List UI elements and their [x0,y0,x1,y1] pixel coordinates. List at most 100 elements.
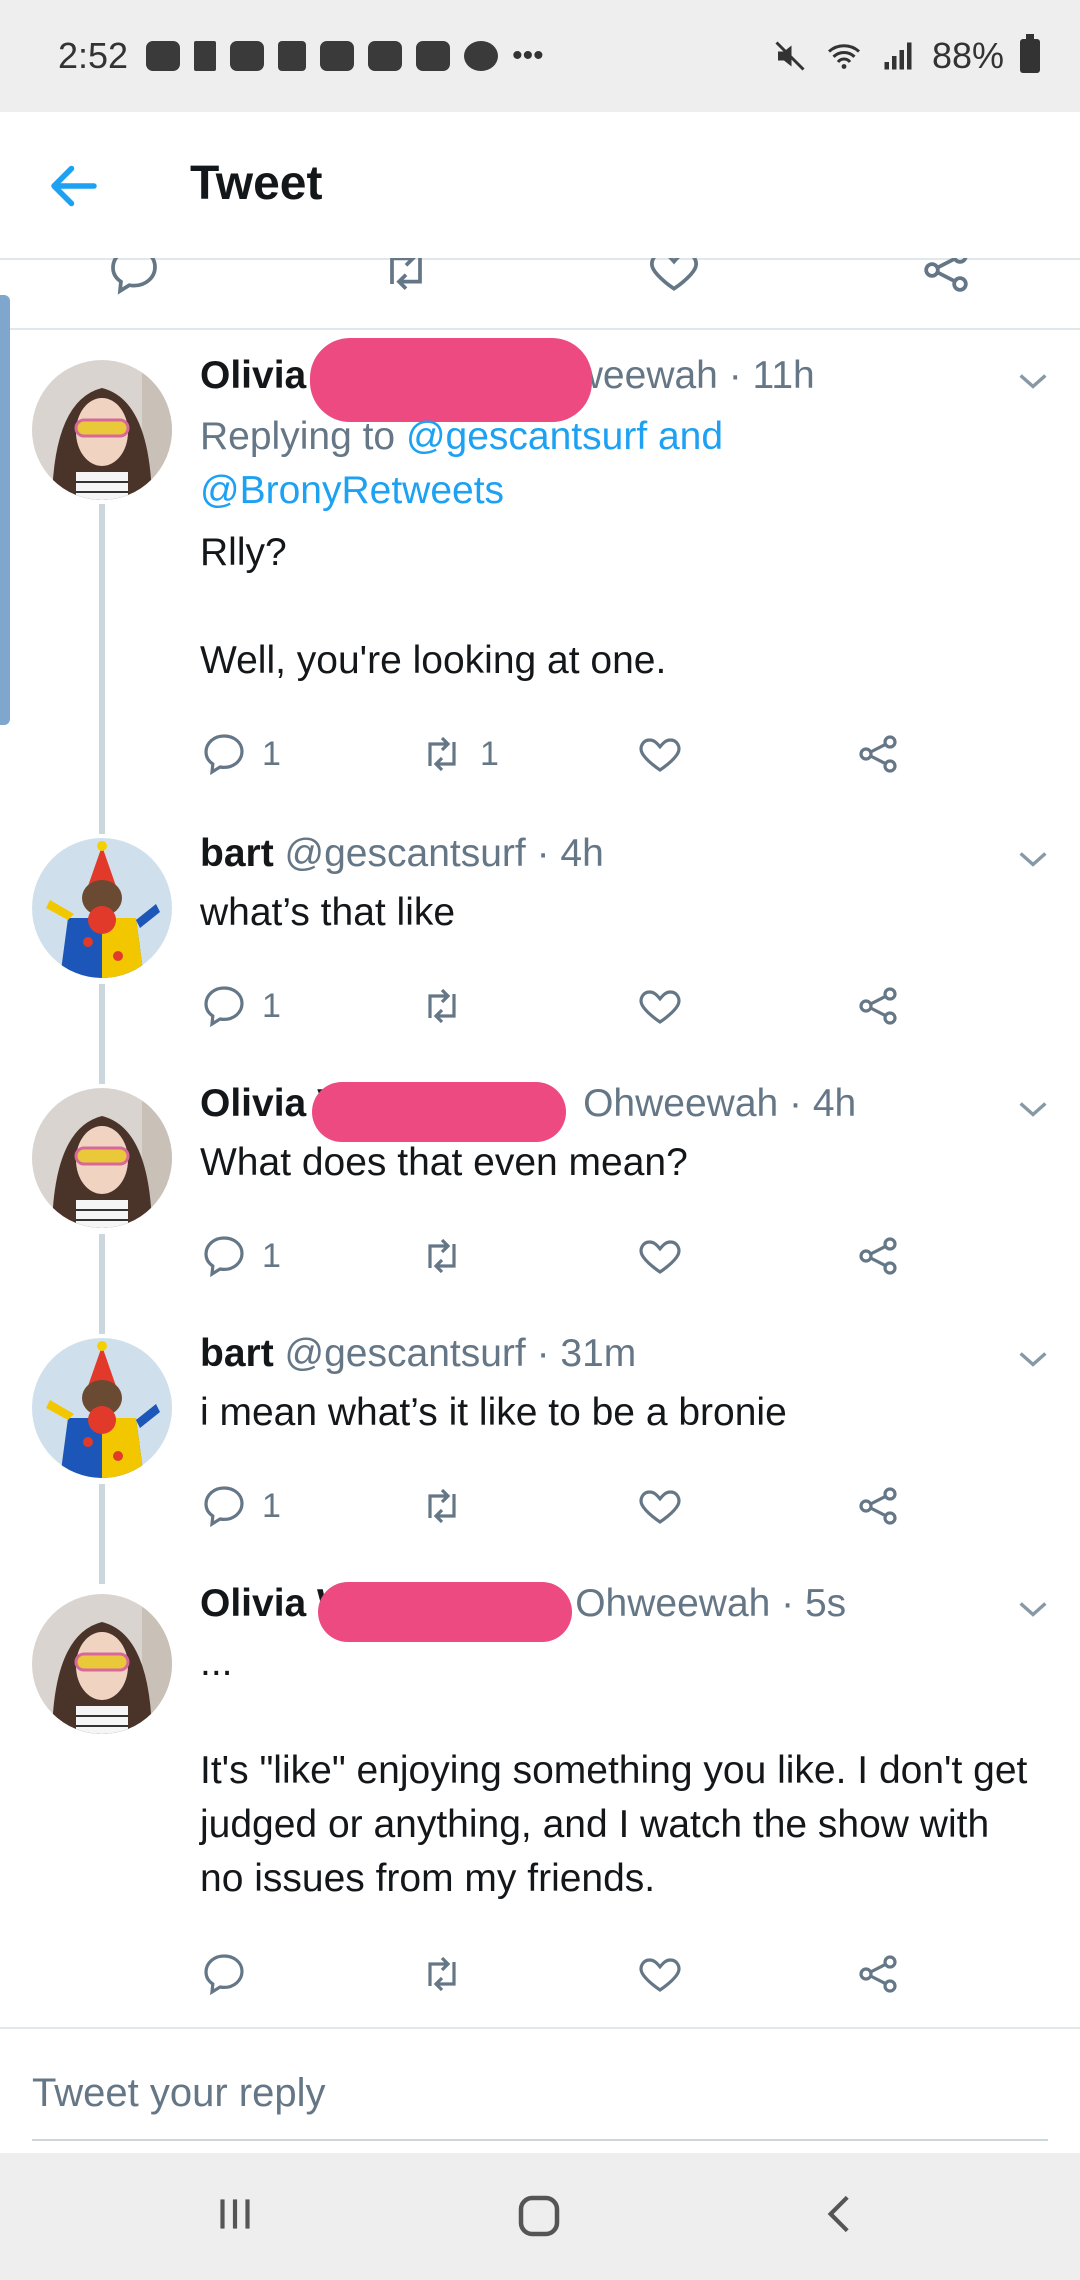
tweet-actions: 1 [200,1482,920,1532]
home-icon[interactable] [512,2189,566,2243]
tweet-text: Rlly? Well, you're looking at one. [200,531,667,682]
retweet-icon [428,1238,456,1274]
author-name[interactable]: bart [200,1332,274,1375]
retweet-icon [428,736,456,772]
tweet[interactable]: Olivia V Ohweewah · 4h What does that eve… [0,1064,1080,1314]
reply-button[interactable]: 1 [200,730,281,778]
like-button[interactable] [636,1482,698,1530]
reply-count: 1 [262,734,281,773]
signal-icon [884,42,912,70]
retweet-button[interactable] [418,1232,480,1280]
share-button[interactable] [854,1950,902,1998]
page-title: Tweet [190,157,323,210]
reply-count: 1 [262,1236,281,1275]
tweet-actions [200,1950,920,2000]
author-name[interactable]: bart [200,832,274,875]
reply-count: 1 [262,1486,281,1525]
share-button[interactable] [854,1232,902,1280]
reply-button[interactable]: 1 [200,1482,281,1530]
back-arrow-icon[interactable] [44,156,104,216]
notification-icons: ••• [146,39,544,73]
reply-icon[interactable] [106,258,162,298]
like-button[interactable] [636,1950,698,1998]
redaction-mark [312,1082,566,1142]
tweet[interactable]: bart @gescantsurf · 31m i mean what’s it… [0,1314,1080,1564]
avatar-olivia[interactable] [32,1088,172,1228]
tweet-text: What does that even mean? [200,1141,688,1184]
share-icon [859,1237,897,1275]
chevron-down-icon[interactable] [1016,1098,1050,1120]
reply-icon [204,734,244,776]
author-handle[interactable]: @gescantsurf [285,832,526,875]
chevron-down-icon[interactable] [1016,370,1050,392]
battery-percent: 88% [931,35,1004,76]
tweet-text: i mean what’s it like to be a bronie [200,1391,787,1434]
retweet-button[interactable]: 1 [418,730,499,778]
chevron-down-icon[interactable] [1016,848,1050,870]
like-button[interactable] [636,730,698,778]
recent-apps-icon[interactable] [210,2189,260,2239]
reply-icon [204,1954,244,1996]
like-icon[interactable] [646,258,702,298]
like-icon [639,990,681,1024]
tweet-actions: 1 [200,982,920,1032]
author-handle[interactable]: Ohweewah [575,1582,770,1625]
reply-icon [204,1236,244,1278]
retweet-button[interactable] [418,1482,480,1530]
like-button[interactable] [636,1232,698,1280]
replying-to-label: Replying to [200,415,406,458]
share-button[interactable] [854,730,902,778]
tweet-time: · 4h [789,1082,857,1125]
tweet[interactable]: bart @gescantsurf · 4h what’s that like … [0,814,1080,1064]
mute-icon [775,41,805,71]
chevron-down-icon[interactable] [1016,1598,1050,1620]
avatar-olivia[interactable] [32,1594,172,1734]
wifi-icon [827,44,860,69]
share-icon [859,735,897,773]
tweet-header: bart @gescantsurf · 4h [200,832,604,876]
reply-count: 1 [262,986,281,1025]
reply-composer[interactable]: Tweet your reply [0,2027,1080,2154]
tweet[interactable]: Olivia Wil Ohweewah · 5s ... It's "like" … [0,1564,1080,2026]
tweet-time: · 5s [781,1582,847,1625]
status-time: 2:52 [58,35,129,76]
tweet-actions: 1 1 [200,730,920,780]
more-notifications-icon: ••• [512,39,544,72]
like-icon [639,738,681,772]
retweet-count: 1 [480,734,499,773]
like-icon [639,1490,681,1524]
chevron-down-icon[interactable] [1016,1348,1050,1370]
system-navigation-bar [0,2153,1080,2280]
tweet-time: · 4h [536,832,604,875]
facebook-icon [278,41,307,71]
author-handle[interactable]: @gescantsurf [285,1332,526,1375]
reply-button[interactable] [200,1950,262,1998]
avatar-olivia[interactable] [32,360,172,500]
share-button[interactable] [854,982,902,1030]
retweet-button[interactable] [418,1950,480,1998]
retweet-icon[interactable] [378,258,434,298]
reply-button[interactable]: 1 [200,1232,281,1280]
retweet-icon [428,1956,456,1992]
tweet[interactable]: Olivia Vhweewah · 11h Replying to @gesca… [0,330,1080,814]
youtube-icon [320,41,355,71]
avatar-bart[interactable] [32,838,172,978]
reply-icon [204,986,244,1028]
like-icon [639,1958,681,1992]
share-button[interactable] [854,1482,902,1530]
battery-icon [1020,34,1040,73]
youtube-icon [146,41,181,71]
back-icon[interactable] [816,2189,866,2239]
reply-button[interactable]: 1 [200,982,281,1030]
author-handle[interactable]: Ohweewah [583,1082,778,1125]
like-button[interactable] [636,982,698,1030]
reply-input[interactable]: Tweet your reply [32,2071,325,2116]
tweet-actions: 1 [200,1232,920,1282]
retweet-button[interactable] [418,982,480,1030]
replying-to: Replying to @gescantsurf and @BronyRetwe… [200,410,820,518]
tweet-text: what’s that like [200,891,456,934]
share-icon[interactable] [918,258,974,298]
retweet-icon [428,1488,456,1524]
avatar-bart[interactable] [32,1338,172,1478]
status-bar: 2:52 ••• 88% [0,0,1080,112]
